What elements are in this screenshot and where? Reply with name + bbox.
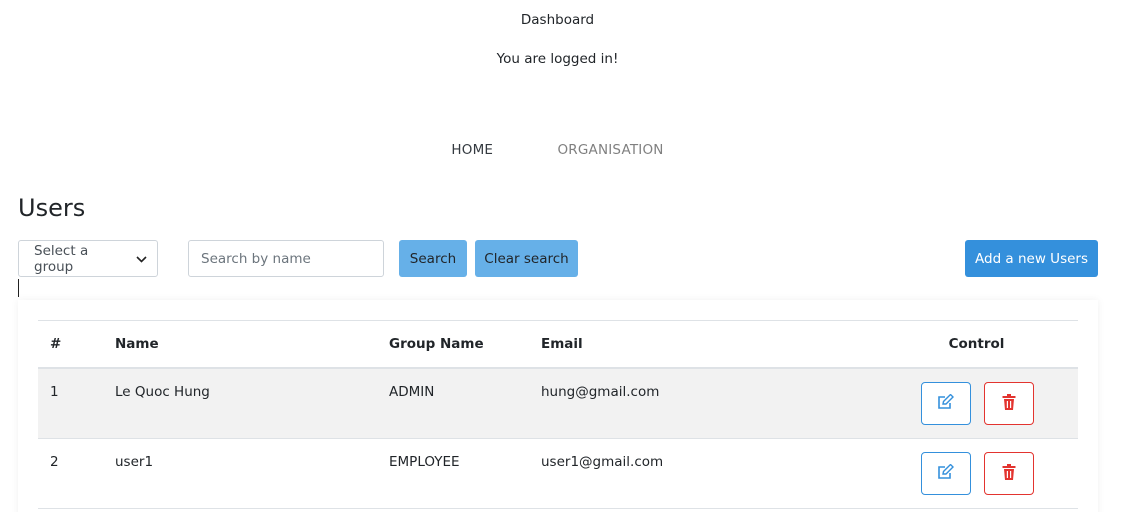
row-control [875, 439, 1078, 509]
add-user-button[interactable]: Add a new Users [965, 240, 1098, 277]
row-group: EMPLOYEE [389, 454, 460, 470]
text-cursor [18, 279, 19, 297]
chevron-down-icon [136, 252, 147, 266]
row-number: 2 [50, 454, 59, 470]
row-name: user1 [115, 454, 154, 470]
delete-button[interactable] [984, 452, 1034, 495]
edit-button[interactable] [921, 452, 971, 495]
column-header-group: Group Name [389, 336, 484, 352]
row-control [875, 368, 1078, 439]
delete-button[interactable] [984, 382, 1034, 425]
main-nav: HOME ORGANISATION [0, 142, 1115, 158]
page: Dashboard You are logged in! HOME ORGANI… [0, 0, 1147, 512]
search-input[interactable] [188, 240, 384, 277]
trash-icon [1002, 393, 1016, 414]
dashboard-title: Dashboard [520, 12, 595, 28]
nav-organisation[interactable]: ORGANISATION [557, 142, 663, 158]
group-select[interactable]: Select a group [18, 240, 158, 277]
edit-icon [937, 463, 955, 484]
clear-search-button[interactable]: Clear search [475, 240, 578, 277]
row-name: Le Quoc Hung [115, 384, 210, 400]
users-table: # Name Group Name Email Control 1 Le Quo… [38, 320, 1078, 509]
table-header-row: # Name Group Name Email Control [38, 320, 1078, 368]
column-header-number: # [50, 336, 62, 352]
table-row: 2 user1 EMPLOYEE user1@gmail.com [38, 439, 1078, 509]
column-header-email: Email [541, 336, 583, 352]
trash-icon [1002, 463, 1016, 484]
row-email: user1@gmail.com [541, 454, 664, 470]
page-title: Users [18, 194, 86, 222]
table-row: 1 Le Quoc Hung ADMIN hung@gmail.com [38, 368, 1078, 439]
edit-icon [937, 393, 955, 414]
login-message: You are logged in! [496, 51, 619, 67]
column-header-control: Control [948, 336, 1005, 352]
row-group: ADMIN [389, 384, 435, 400]
group-select-value: Select a group [34, 242, 89, 275]
nav-home[interactable]: HOME [451, 142, 493, 158]
search-button[interactable]: Search [399, 240, 467, 277]
row-email: hung@gmail.com [541, 384, 660, 400]
column-header-name: Name [115, 336, 159, 352]
edit-button[interactable] [921, 382, 971, 425]
row-number: 1 [50, 384, 59, 400]
